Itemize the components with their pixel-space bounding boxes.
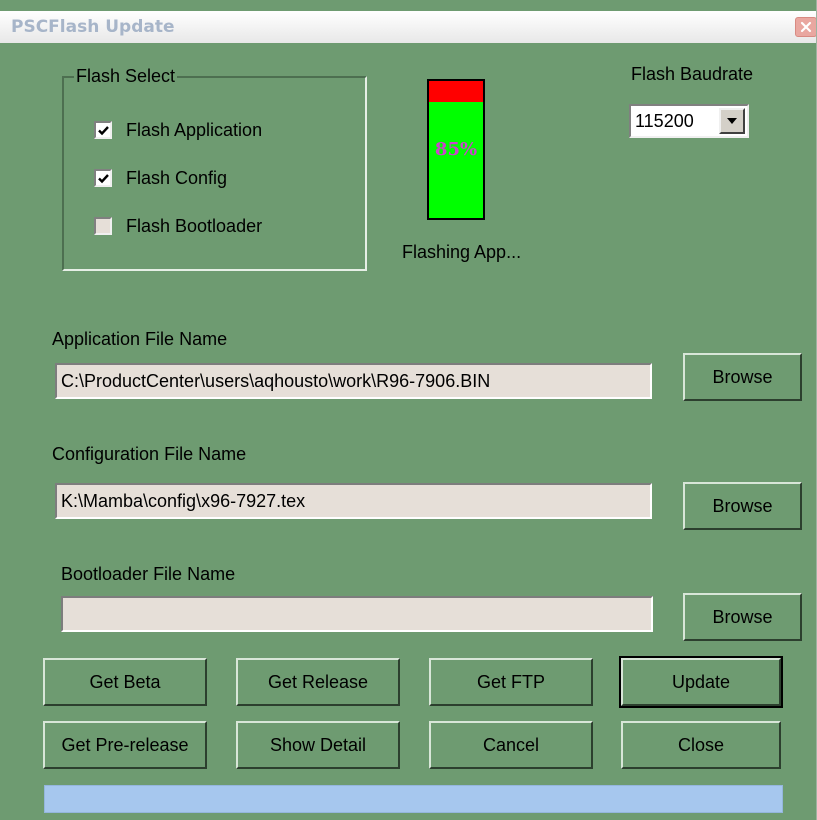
- flash-bootloader-checkbox[interactable]: [94, 217, 112, 235]
- configuration-file-input[interactable]: K:\Mamba\config\x96-7927.tex: [55, 483, 652, 519]
- flash-status-text: Flashing App...: [402, 242, 522, 262]
- checkmark-icon: [97, 125, 109, 135]
- get-beta-button[interactable]: Get Beta: [43, 658, 207, 706]
- flash-bootloader-label: Flash Bootloader: [126, 215, 263, 236]
- flash-baudrate-dropdown-button[interactable]: [719, 108, 745, 134]
- window-close-button[interactable]: [795, 17, 816, 37]
- flash-config-checkbox[interactable]: [94, 169, 112, 187]
- overall-progress-bar: [44, 785, 783, 813]
- show-detail-button[interactable]: Show Detail: [236, 721, 400, 769]
- flash-application-checkbox-row[interactable]: Flash Application: [94, 118, 262, 142]
- flash-select-group: Flash Select Flash Application Flash Con…: [62, 66, 367, 271]
- flash-select-legend: Flash Select: [74, 66, 178, 87]
- flash-application-label: Flash Application: [126, 119, 263, 140]
- flash-baudrate-value: 115200: [635, 111, 694, 131]
- close-icon: [800, 21, 812, 33]
- get-ftp-button[interactable]: Get FTP: [429, 658, 593, 706]
- flash-progress-bar: 85%: [427, 79, 485, 220]
- application-file-label: Application File Name: [52, 329, 228, 349]
- flash-application-checkbox[interactable]: [94, 121, 112, 139]
- bootloader-file-label: Bootloader File Name: [61, 564, 236, 584]
- checkmark-icon: [97, 173, 109, 183]
- flash-baudrate-label: Flash Baudrate: [631, 64, 754, 84]
- bootloader-file-input[interactable]: [61, 596, 653, 632]
- flash-config-label: Flash Config: [126, 167, 228, 188]
- get-prerelease-button[interactable]: Get Pre-release: [43, 721, 207, 769]
- window-title: PSCFlash Update: [11, 17, 175, 37]
- configuration-browse-button[interactable]: Browse: [683, 482, 802, 530]
- update-button[interactable]: Update: [619, 656, 783, 708]
- pscflash-update-window: PSCFlash Update Flash Select Flash Appli…: [0, 0, 817, 820]
- bootloader-browse-button[interactable]: Browse: [683, 593, 802, 641]
- configuration-file-label: Configuration File Name: [52, 444, 247, 464]
- close-button[interactable]: Close: [621, 721, 781, 769]
- flash-bootloader-checkbox-row[interactable]: Flash Bootloader: [94, 214, 262, 238]
- chevron-down-icon: [727, 118, 737, 124]
- cancel-button[interactable]: Cancel: [429, 721, 593, 769]
- title-bar[interactable]: PSCFlash Update: [0, 11, 816, 43]
- application-browse-button[interactable]: Browse: [683, 353, 802, 401]
- application-file-input[interactable]: C:\ProductCenter\users\aqhousto\work\R96…: [55, 363, 652, 399]
- flash-baudrate-select[interactable]: 115200: [629, 104, 749, 138]
- flash-config-checkbox-row[interactable]: Flash Config: [94, 166, 227, 190]
- get-release-button[interactable]: Get Release: [236, 658, 400, 706]
- flash-progress-percent: 85%: [434, 139, 478, 160]
